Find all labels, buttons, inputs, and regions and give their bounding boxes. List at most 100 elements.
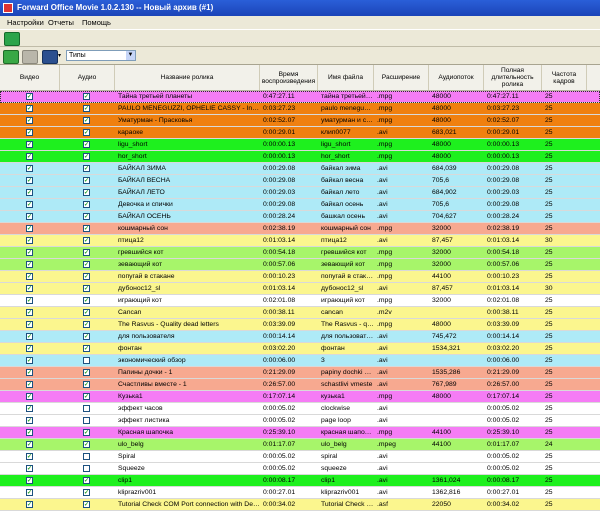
video-checkbox[interactable]: ✓ (26, 501, 33, 508)
audio-checkbox[interactable]: ✓ (83, 141, 90, 148)
table-row[interactable]: ✓ ✓ Уматурман - Прасковья 0:02:52.07 уматурм… (0, 115, 600, 127)
video-checkbox[interactable]: ✓ (26, 333, 33, 340)
col-filename[interactable]: Имя файла (318, 65, 374, 90)
col-duration[interactable]: Полная длительность ролика (484, 65, 542, 90)
audio-checkbox[interactable] (83, 465, 90, 472)
table-row[interactable]: ✓ ✓ играющий кот 0:02:01.08 играющий кот .mpg… (0, 295, 600, 307)
video-checkbox[interactable]: ✓ (26, 441, 33, 448)
audio-checkbox[interactable]: ✓ (83, 489, 90, 496)
audio-checkbox[interactable]: ✓ (83, 201, 90, 208)
table-row[interactable]: ✓ ✓ фонтан 0:03:02.20 фонтан .avi 1534,321 0:03… (0, 343, 600, 355)
table-row[interactable]: ✓ эффект листика 0:00:05.02 page loop .avi 0:… (0, 415, 600, 427)
table-row[interactable]: ✓ ✓ Cancan 0:00:38.11 cancan .m2v 0:00:38.11 25 (0, 307, 600, 319)
table-row[interactable]: ✓ ✓ The Rasvus - Quality dead letters 0:03:… (0, 319, 600, 331)
video-checkbox[interactable]: ✓ (26, 369, 33, 376)
table-row[interactable]: ✓ ✓ PAULO MENEGUZZI, OPHELIE CASSY - In No… (0, 103, 600, 115)
video-checkbox[interactable]: ✓ (26, 213, 33, 220)
dropdown-arrow-icon[interactable]: ▾ (58, 52, 61, 59)
audio-checkbox[interactable] (83, 417, 90, 424)
audio-checkbox[interactable]: ✓ (83, 333, 90, 340)
table-row[interactable]: ✓ ✓ птица12 0:01:03.14 птица12 .avi 87,457 0:01… (0, 235, 600, 247)
video-checkbox[interactable]: ✓ (26, 105, 33, 112)
col-video[interactable]: Видео (0, 65, 60, 90)
table-row[interactable]: ✓ Squeeze 0:00:05.02 squeeze .avi 0:00:05.02 2… (0, 463, 600, 475)
audio-checkbox[interactable]: ✓ (83, 177, 90, 184)
video-checkbox[interactable]: ✓ (26, 405, 33, 412)
video-checkbox[interactable]: ✓ (26, 429, 33, 436)
table-row[interactable]: ✓ ✓ Девочка и спички 0:00:29.08 байкал осень… (0, 199, 600, 211)
table-row[interactable]: ✓ ✓ кошмарный сон 0:02:38.19 кошмарный сон .m… (0, 223, 600, 235)
col-fps[interactable]: Частота кадров (542, 65, 587, 90)
table-row[interactable]: ✓ ✓ Папины дочки - 1 0:21:29.09 papiny dochk… (0, 367, 600, 379)
table-row[interactable]: ✓ ✓ для пользователя 0:00:14.14 для пользова… (0, 331, 600, 343)
video-checkbox[interactable]: ✓ (26, 489, 33, 496)
audio-checkbox[interactable]: ✓ (83, 285, 90, 292)
table-row[interactable]: ✓ ✓ Счастливы вместе - 1 0:26:57.00 schastli… (0, 379, 600, 391)
film-strip-icon[interactable] (42, 50, 58, 64)
audio-checkbox[interactable]: ✓ (83, 129, 90, 136)
table-row[interactable]: ✓ эффект часов 0:00:05.02 clockwise .avi 0:00… (0, 403, 600, 415)
table-row[interactable]: ✓ ✓ ulo_belg 0:01:17.07 ulo_belg .mpeg 44100 0:… (0, 439, 600, 451)
col-name[interactable]: Название ролика (115, 65, 260, 90)
table-row[interactable]: ✓ ✓ БАЙКАЛ ЛЕТО 0:00:29.03 байкал лето .avi 68… (0, 187, 600, 199)
video-checkbox[interactable]: ✓ (26, 465, 33, 472)
table-row[interactable]: ✓ ✓ Красная шапочка 0:25:39.10 красная шапоч… (0, 427, 600, 439)
table-row[interactable]: ✓ ✓ зевающий кот 0:00:57.06 зевающий кот .mpg… (0, 259, 600, 271)
table-row[interactable]: ✓ ✓ kliprazriv001 0:00:27.01 kliprazriv001 .a… (0, 487, 600, 499)
video-checkbox[interactable]: ✓ (26, 189, 33, 196)
audio-checkbox[interactable]: ✓ (83, 441, 90, 448)
video-checkbox[interactable]: ✓ (26, 225, 33, 232)
video-checkbox[interactable]: ✓ (26, 177, 33, 184)
menu-reports[interactable]: Отчеты (45, 16, 77, 29)
video-checkbox[interactable]: ✓ (26, 237, 33, 244)
audio-checkbox[interactable]: ✓ (83, 261, 90, 268)
audio-checkbox[interactable]: ✓ (83, 225, 90, 232)
table-row[interactable]: ✓ ✓ clip1 0:00:08.17 clip1 .avi 1361,024 0:00:0… (0, 475, 600, 487)
add-video-icon[interactable] (3, 50, 19, 64)
audio-checkbox[interactable]: ✓ (83, 429, 90, 436)
type-filter-select[interactable]: Типы ▼ (66, 50, 136, 61)
table-row[interactable]: ✓ ✓ hor_short 0:00:00.13 hor_short .mpg 48000 0… (0, 151, 600, 163)
audio-checkbox[interactable]: ✓ (83, 213, 90, 220)
video-checkbox[interactable]: ✓ (26, 141, 33, 148)
video-checkbox[interactable]: ✓ (26, 357, 33, 364)
audio-checkbox[interactable]: ✓ (83, 297, 90, 304)
video-checkbox[interactable]: ✓ (26, 273, 33, 280)
audio-checkbox[interactable]: ✓ (83, 393, 90, 400)
audio-checkbox[interactable] (83, 357, 90, 364)
audio-checkbox[interactable]: ✓ (83, 477, 90, 484)
audio-checkbox[interactable]: ✓ (83, 165, 90, 172)
table-row[interactable]: ✓ ✓ БАЙКАЛ ЗИМА 0:00:29.08 байкал зима .avi 68… (0, 163, 600, 175)
table-row[interactable]: ✓ ✓ караоке 0:00:29.01 клип0077 .avi 683,021 0:… (0, 127, 600, 139)
audio-checkbox[interactable]: ✓ (83, 309, 90, 316)
menu-settings[interactable]: Настройки (4, 16, 47, 29)
refresh-icon[interactable] (4, 32, 20, 46)
table-row[interactable]: ✓ ✓ БАЙКАЛ ОСЕНЬ 0:00:28.24 башкал осень .avi… (0, 211, 600, 223)
audio-checkbox[interactable]: ✓ (83, 273, 90, 280)
audio-checkbox[interactable] (83, 405, 90, 412)
video-checkbox[interactable]: ✓ (26, 165, 33, 172)
video-checkbox[interactable]: ✓ (26, 309, 33, 316)
video-checkbox[interactable]: ✓ (26, 249, 33, 256)
video-checkbox[interactable]: ✓ (26, 261, 33, 268)
audio-checkbox[interactable]: ✓ (83, 345, 90, 352)
video-checkbox[interactable]: ✓ (26, 393, 33, 400)
audio-checkbox[interactable]: ✓ (83, 93, 90, 100)
camera-icon[interactable] (22, 50, 38, 64)
table-row[interactable]: ✓ экономический обзор 0:00:06.00 3 .avi 0:00:… (0, 355, 600, 367)
audio-checkbox[interactable]: ✓ (83, 369, 90, 376)
table-row[interactable]: ✓ ✓ БАЙКАЛ ВЕСНА 0:00:29.08 байкал весна .avi… (0, 175, 600, 187)
table-row[interactable]: ✓ ✓ Кузька1 0:17:07.14 кузька1 .mpg 48000 0:17:… (0, 391, 600, 403)
video-checkbox[interactable]: ✓ (26, 381, 33, 388)
menu-help[interactable]: Помощь (79, 16, 114, 29)
audio-checkbox[interactable]: ✓ (83, 237, 90, 244)
video-checkbox[interactable]: ✓ (26, 417, 33, 424)
audio-checkbox[interactable]: ✓ (83, 321, 90, 328)
audio-checkbox[interactable]: ✓ (83, 105, 90, 112)
audio-checkbox[interactable]: ✓ (83, 381, 90, 388)
audio-checkbox[interactable]: ✓ (83, 189, 90, 196)
video-checkbox[interactable]: ✓ (26, 93, 33, 100)
video-checkbox[interactable]: ✓ (26, 117, 33, 124)
video-checkbox[interactable]: ✓ (26, 477, 33, 484)
audio-checkbox[interactable]: ✓ (83, 117, 90, 124)
